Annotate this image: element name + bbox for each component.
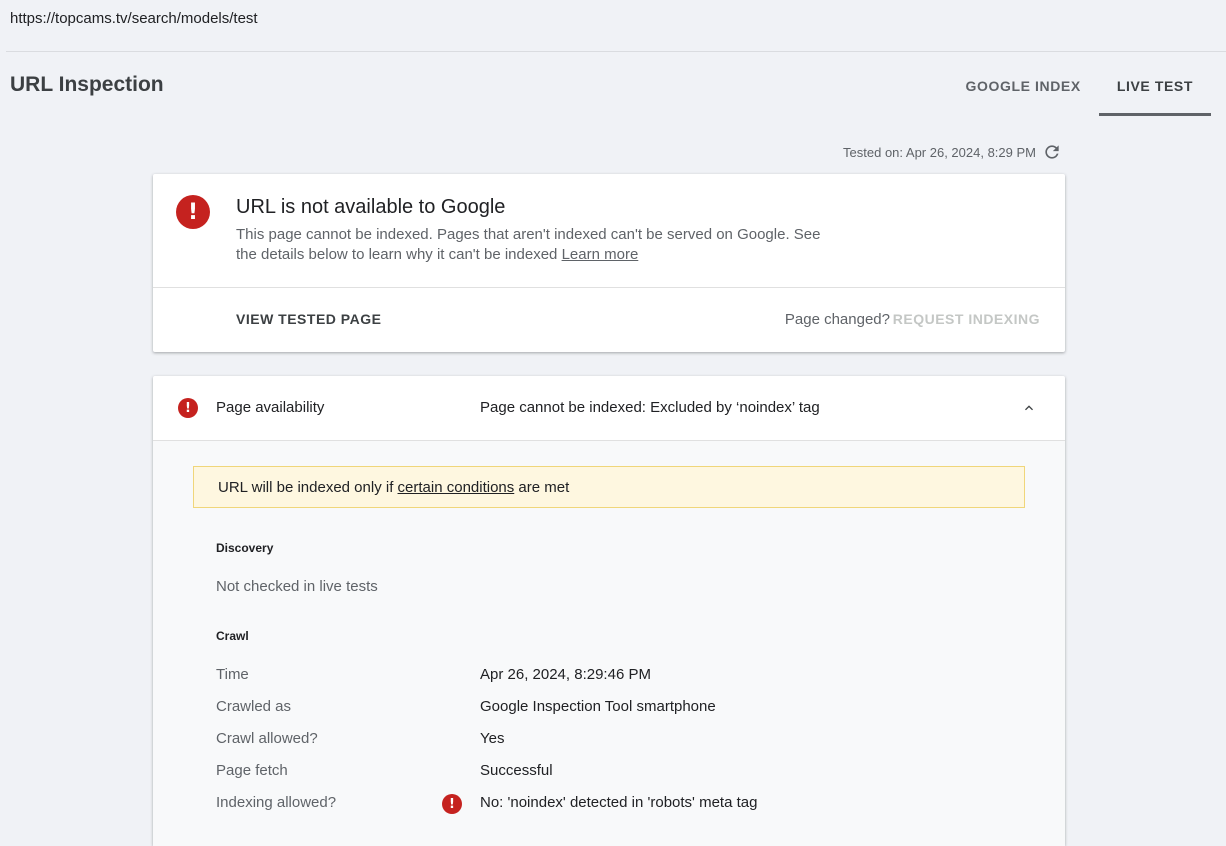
- status-description: This page cannot be indexed. Pages that …: [236, 225, 836, 265]
- learn-more-link[interactable]: Learn more: [562, 246, 639, 263]
- page-availability-card: ! Page availability Page cannot be index…: [153, 376, 1065, 846]
- certain-conditions-link[interactable]: certain conditions: [398, 479, 515, 496]
- discovery-text: Not checked in live tests: [216, 578, 378, 595]
- error-icon: !: [176, 195, 210, 229]
- tab-bar: GOOGLE INDEX LIVE TEST: [947, 56, 1212, 116]
- crawl-row-label: Crawled as: [216, 698, 292, 715]
- url-bar: https://topcams.tv/search/models/test: [0, 0, 1226, 52]
- divider: [6, 51, 1226, 52]
- error-icon: !: [178, 398, 198, 418]
- error-icon: !: [442, 794, 462, 814]
- tab-google-index[interactable]: GOOGLE INDEX: [947, 56, 1098, 116]
- indexing-conditions-notice: URL will be indexed only if certain cond…: [193, 466, 1025, 508]
- crawl-row-label: Indexing allowed?: [216, 794, 337, 811]
- page-availability-value: Page cannot be indexed: Excluded by ‘noi…: [480, 399, 820, 416]
- notice-suffix: are met: [514, 478, 570, 496]
- view-tested-page-button[interactable]: VIEW TESTED PAGE: [236, 311, 381, 327]
- crawl-row-value: Successful: [480, 762, 553, 779]
- tab-live-test[interactable]: LIVE TEST: [1098, 56, 1212, 116]
- crawl-row-label: Page fetch: [216, 762, 288, 779]
- page-availability-label: Page availability: [216, 399, 325, 416]
- tested-on: Tested on: Apr 26, 2024, 8:29 PM: [843, 142, 1062, 162]
- page-availability-details: URL will be indexed only if certain cond…: [153, 440, 1065, 846]
- crawl-row-label: Crawl allowed?: [216, 730, 318, 747]
- url-text: https://topcams.tv/search/models/test: [10, 10, 258, 27]
- page-changed-label: Page changed?: [784, 311, 890, 328]
- status-card: ! URL is not available to Google This pa…: [153, 174, 1065, 352]
- divider: [153, 287, 1065, 288]
- crawl-row-value: Apr 26, 2024, 8:29:46 PM: [480, 666, 651, 683]
- notice-prefix: URL will be indexed only if: [218, 478, 398, 496]
- crawl-row-value: Yes: [480, 730, 505, 747]
- crawl-row-label: Time: [216, 666, 249, 683]
- request-indexing-button[interactable]: REQUEST INDEXING: [893, 311, 1040, 327]
- page-title: URL Inspection: [10, 73, 164, 96]
- page-availability-header[interactable]: ! Page availability Page cannot be index…: [153, 376, 1065, 440]
- crawl-row-value: No: 'noindex' detected in 'robots' meta …: [480, 794, 758, 811]
- crawl-heading: Crawl: [216, 629, 249, 643]
- status-description-text: This page cannot be indexed. Pages that …: [236, 226, 821, 263]
- discovery-heading: Discovery: [216, 541, 274, 555]
- status-title: URL is not available to Google: [236, 196, 506, 218]
- tested-on-text: Tested on: Apr 26, 2024, 8:29 PM: [843, 144, 1036, 160]
- refresh-icon[interactable]: [1042, 142, 1062, 162]
- crawl-row-value: Google Inspection Tool smartphone: [480, 698, 716, 715]
- chevron-up-icon[interactable]: [1021, 400, 1037, 416]
